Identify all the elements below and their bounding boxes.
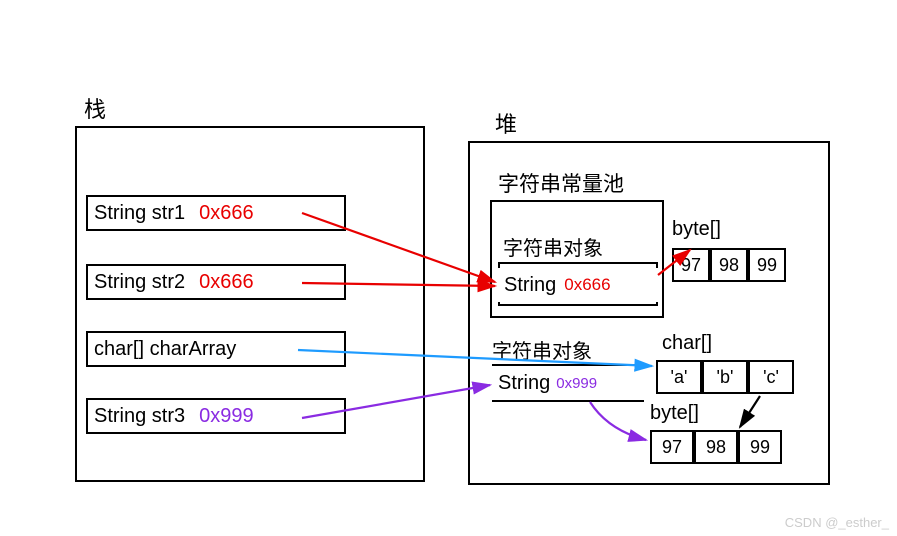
- string-obj1-title: 字符串对象: [503, 232, 603, 261]
- bytearr1-title: byte[]: [672, 218, 721, 241]
- diagram-root: 栈 String str1 0x666 String str2 0x666 ch…: [0, 0, 897, 536]
- bytearr2-0: 97: [650, 430, 694, 464]
- bytearr1-0: 97: [672, 248, 710, 282]
- bytearr1-1: 98: [710, 248, 748, 282]
- chararray-label: char[] charArray: [94, 338, 236, 361]
- str3-addr: 0x999: [199, 405, 254, 428]
- heap-title: 堆: [495, 107, 517, 139]
- string-obj1-type: String: [504, 274, 556, 297]
- stack-title: 栈: [84, 92, 106, 124]
- bytearr1-2: 99: [748, 248, 786, 282]
- bytearr2-1: 98: [694, 430, 738, 464]
- string-obj1-addr: 0x666: [564, 275, 610, 295]
- chararr-title: char[]: [662, 332, 712, 355]
- str2-label: String str2: [94, 271, 185, 294]
- str2-addr: 0x666: [199, 271, 254, 294]
- stack-row-str2: String str2 0x666: [86, 264, 346, 300]
- watermark: CSDN @_esther_: [785, 515, 889, 530]
- str1-label: String str1: [94, 202, 185, 225]
- string-obj2-row: String 0x999: [492, 366, 644, 400]
- chararr-1: 'b': [702, 360, 748, 394]
- bytearr2-title: byte[]: [650, 402, 699, 425]
- stack-row-str3: String str3 0x999: [86, 398, 346, 434]
- str3-label: String str3: [94, 405, 185, 428]
- constant-pool-title: 字符串常量池: [498, 168, 624, 198]
- stack-row-chararray: char[] charArray: [86, 331, 346, 367]
- stack-row-str1: String str1 0x666: [86, 195, 346, 231]
- string-obj2-type: String: [498, 372, 550, 395]
- string-obj2-title: 字符串对象: [492, 335, 592, 364]
- bytearr2-2: 99: [738, 430, 782, 464]
- chararr-2: 'c': [748, 360, 794, 394]
- string-obj1-row: String 0x666: [498, 268, 658, 302]
- string-obj2-addr: 0x999: [556, 375, 597, 392]
- str1-addr: 0x666: [199, 202, 254, 225]
- chararr-0: 'a': [656, 360, 702, 394]
